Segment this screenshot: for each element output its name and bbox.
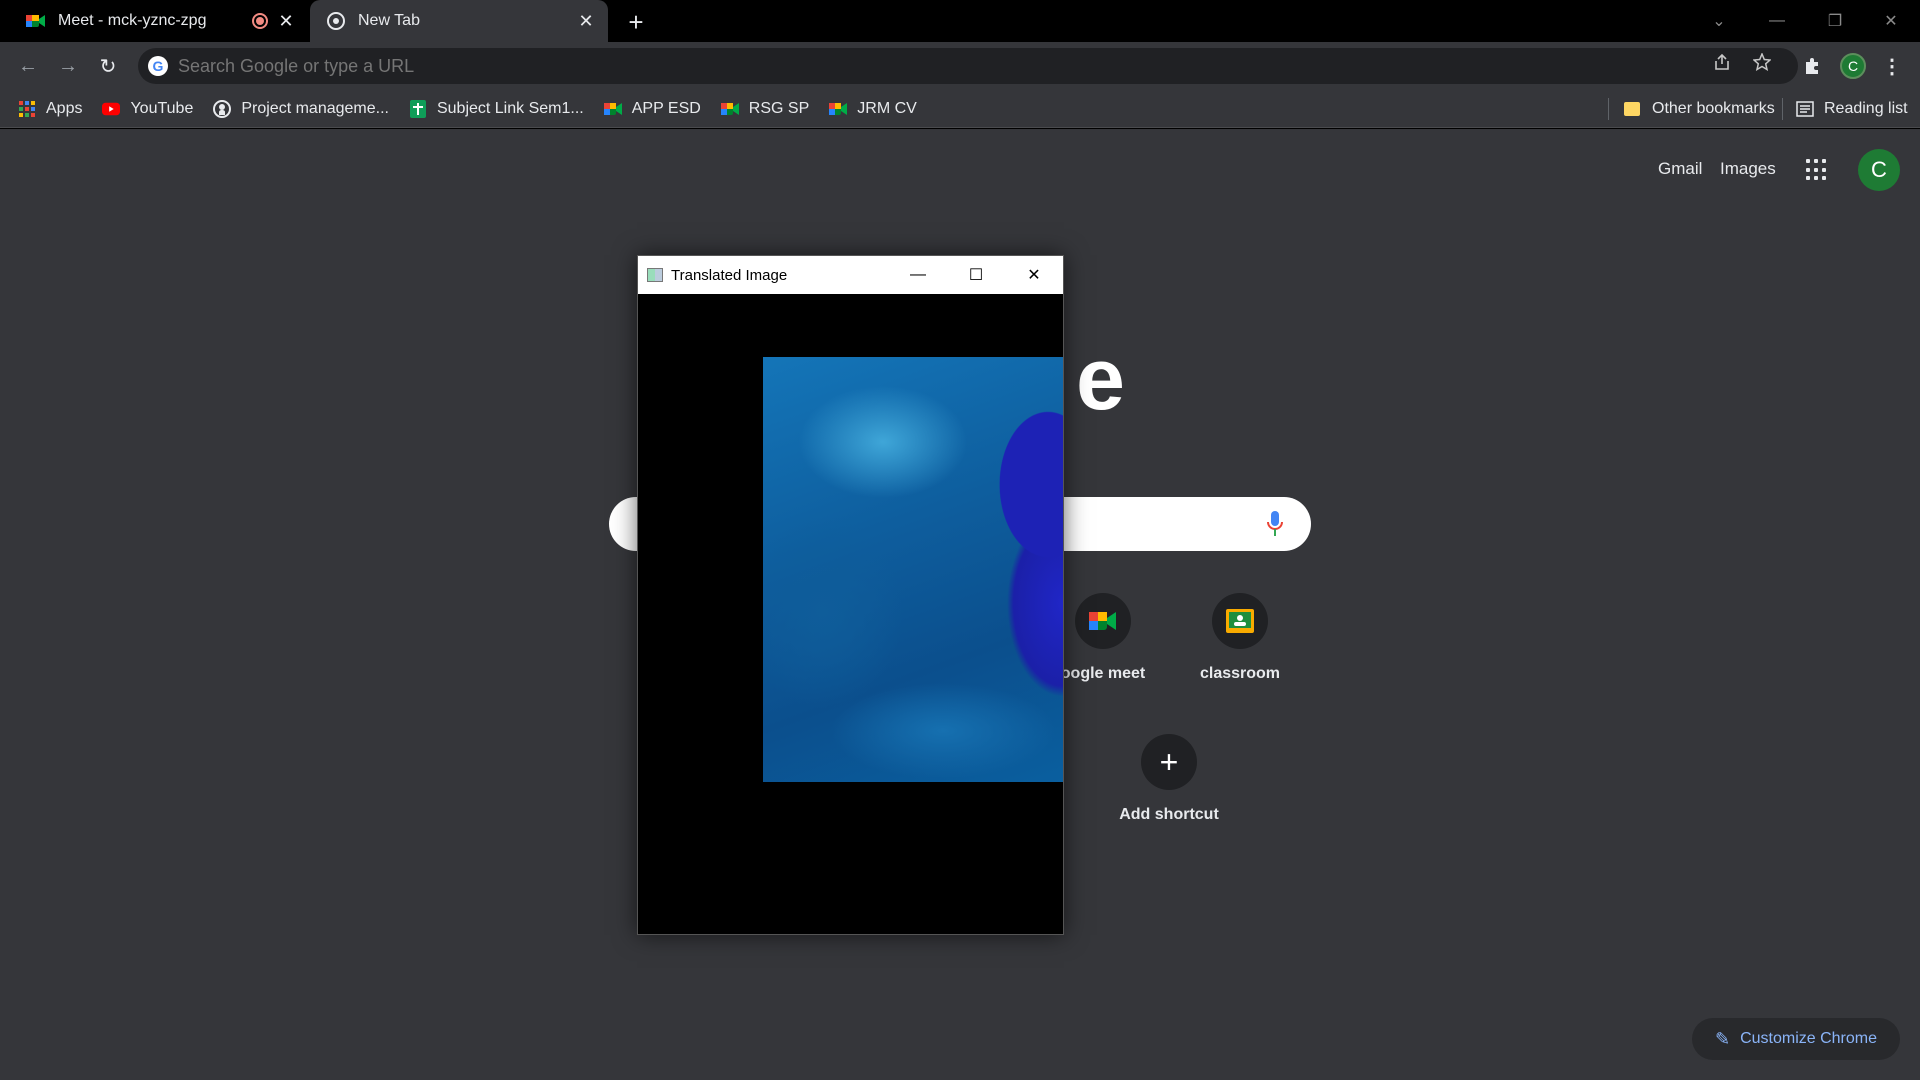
- reading-list[interactable]: Reading list: [1796, 90, 1908, 128]
- customize-chrome-button[interactable]: ✎ Customize Chrome: [1692, 1018, 1900, 1060]
- bookmark-project[interactable]: Project manageme...: [213, 99, 389, 118]
- bookmarks-bar: Apps YouTube Project manageme... Subject…: [0, 90, 1920, 128]
- pencil-icon: ✎: [1714, 1028, 1731, 1049]
- translated-photo: [763, 357, 1063, 782]
- bookmark-label: Subject Link Sem1...: [436, 99, 584, 117]
- maximize-icon[interactable]: ☐: [947, 256, 1005, 294]
- restore-icon[interactable]: ❐: [1806, 0, 1864, 42]
- bookmark-label: RSG SP: [748, 99, 810, 117]
- bookmark-label: APP ESD: [631, 99, 701, 117]
- avatar: C: [1840, 53, 1866, 79]
- window-title: Translated Image: [671, 266, 788, 284]
- google-g-icon: G: [148, 56, 168, 76]
- add-shortcut-button[interactable]: + Add shortcut: [1104, 734, 1234, 824]
- svg-text:G: G: [153, 58, 164, 74]
- tab-meet[interactable]: Meet - mck-yznc-zpg ✕: [10, 0, 308, 42]
- shortcut-label: Add shortcut: [1119, 806, 1219, 823]
- reload-icon[interactable]: ↻: [94, 52, 122, 80]
- bookmark-label: JRM CV: [857, 99, 917, 117]
- toolbar: ← → ↻ G C ⋮: [0, 42, 1920, 90]
- bookmark-label: YouTube: [130, 99, 194, 117]
- tab-title: Meet - mck-yznc-zpg: [58, 12, 207, 29]
- tab-strip: Meet - mck-yznc-zpg ✕ New Tab ✕ + ⌄ — ❐ …: [0, 0, 1920, 42]
- google-meet-icon: [829, 100, 848, 118]
- bookmark-rsg-sp[interactable]: RSG SP: [720, 99, 810, 118]
- google-meet-icon: [720, 100, 739, 118]
- share-icon[interactable]: [1710, 50, 1734, 74]
- bookmark-label: Project manageme...: [241, 99, 389, 117]
- profile-button[interactable]: C: [1839, 52, 1867, 80]
- images-link[interactable]: Images: [1720, 159, 1776, 179]
- customize-label: Customize Chrome: [1740, 1030, 1878, 1047]
- address-input[interactable]: [178, 55, 1798, 77]
- app-icon: [647, 268, 663, 282]
- classroom-icon: [1212, 593, 1268, 649]
- shortcut-classroom[interactable]: classroom: [1175, 593, 1305, 683]
- close-icon[interactable]: ✕: [1005, 256, 1063, 294]
- reading-list-icon: [1796, 101, 1814, 117]
- chrome-icon: [326, 11, 346, 31]
- bookmark-jrm-cv[interactable]: JRM CV: [829, 100, 917, 118]
- other-bookmarks[interactable]: Other bookmarks: [1624, 90, 1775, 128]
- mic-icon[interactable]: [1267, 511, 1283, 537]
- google-meet-icon: [26, 11, 46, 31]
- shortcut-label: classroom: [1199, 665, 1281, 682]
- google-logo: e: [1076, 329, 1125, 428]
- omnibox[interactable]: G: [138, 48, 1798, 84]
- new-tab-button[interactable]: +: [622, 7, 650, 37]
- other-bookmarks-label: Other bookmarks: [1652, 100, 1775, 117]
- window-titlebar[interactable]: Translated Image — ☐ ✕: [638, 256, 1063, 294]
- bookmark-subject-link[interactable]: Subject Link Sem1...: [409, 99, 584, 118]
- bookmark-star-icon[interactable]: [1750, 50, 1774, 74]
- bookmark-app-esd[interactable]: APP ESD: [603, 99, 701, 118]
- minimize-icon[interactable]: —: [889, 256, 947, 294]
- close-icon[interactable]: ✕: [574, 9, 598, 33]
- reading-list-label: Reading list: [1824, 100, 1908, 117]
- google-meet-icon: [603, 100, 622, 118]
- avatar[interactable]: C: [1858, 149, 1900, 191]
- google-meet-icon: [1075, 593, 1131, 649]
- bookmark-apps[interactable]: Apps: [18, 100, 82, 118]
- recording-icon: [252, 13, 268, 29]
- minimize-icon[interactable]: —: [1748, 0, 1806, 42]
- divider: [1782, 98, 1783, 120]
- close-window-icon[interactable]: ✕: [1862, 0, 1920, 42]
- tab-title: New Tab: [358, 12, 420, 29]
- shortcut-label: oogle meet: [1060, 665, 1146, 682]
- divider: [1608, 98, 1609, 120]
- tab-new-tab[interactable]: New Tab ✕: [310, 0, 608, 42]
- bookmark-label: Apps: [46, 99, 83, 117]
- gmail-link[interactable]: Gmail: [1658, 159, 1702, 179]
- folder-icon: [1624, 102, 1640, 116]
- extensions-icon[interactable]: [1798, 52, 1826, 80]
- back-icon[interactable]: ←: [14, 52, 42, 80]
- sheets-icon: [409, 99, 427, 118]
- forward-icon[interactable]: →: [54, 52, 82, 80]
- tab-search-icon[interactable]: ⌄: [1690, 0, 1748, 42]
- plus-icon: +: [1141, 734, 1197, 790]
- apps-grid-icon: [18, 100, 36, 118]
- github-icon: [213, 99, 232, 118]
- youtube-icon: [102, 100, 121, 118]
- menu-icon[interactable]: ⋮: [1878, 52, 1906, 80]
- bookmark-youtube[interactable]: YouTube: [102, 100, 193, 118]
- google-apps-icon[interactable]: [1806, 159, 1828, 181]
- translated-image-window[interactable]: Translated Image — ☐ ✕: [637, 255, 1064, 935]
- close-icon[interactable]: ✕: [274, 9, 298, 33]
